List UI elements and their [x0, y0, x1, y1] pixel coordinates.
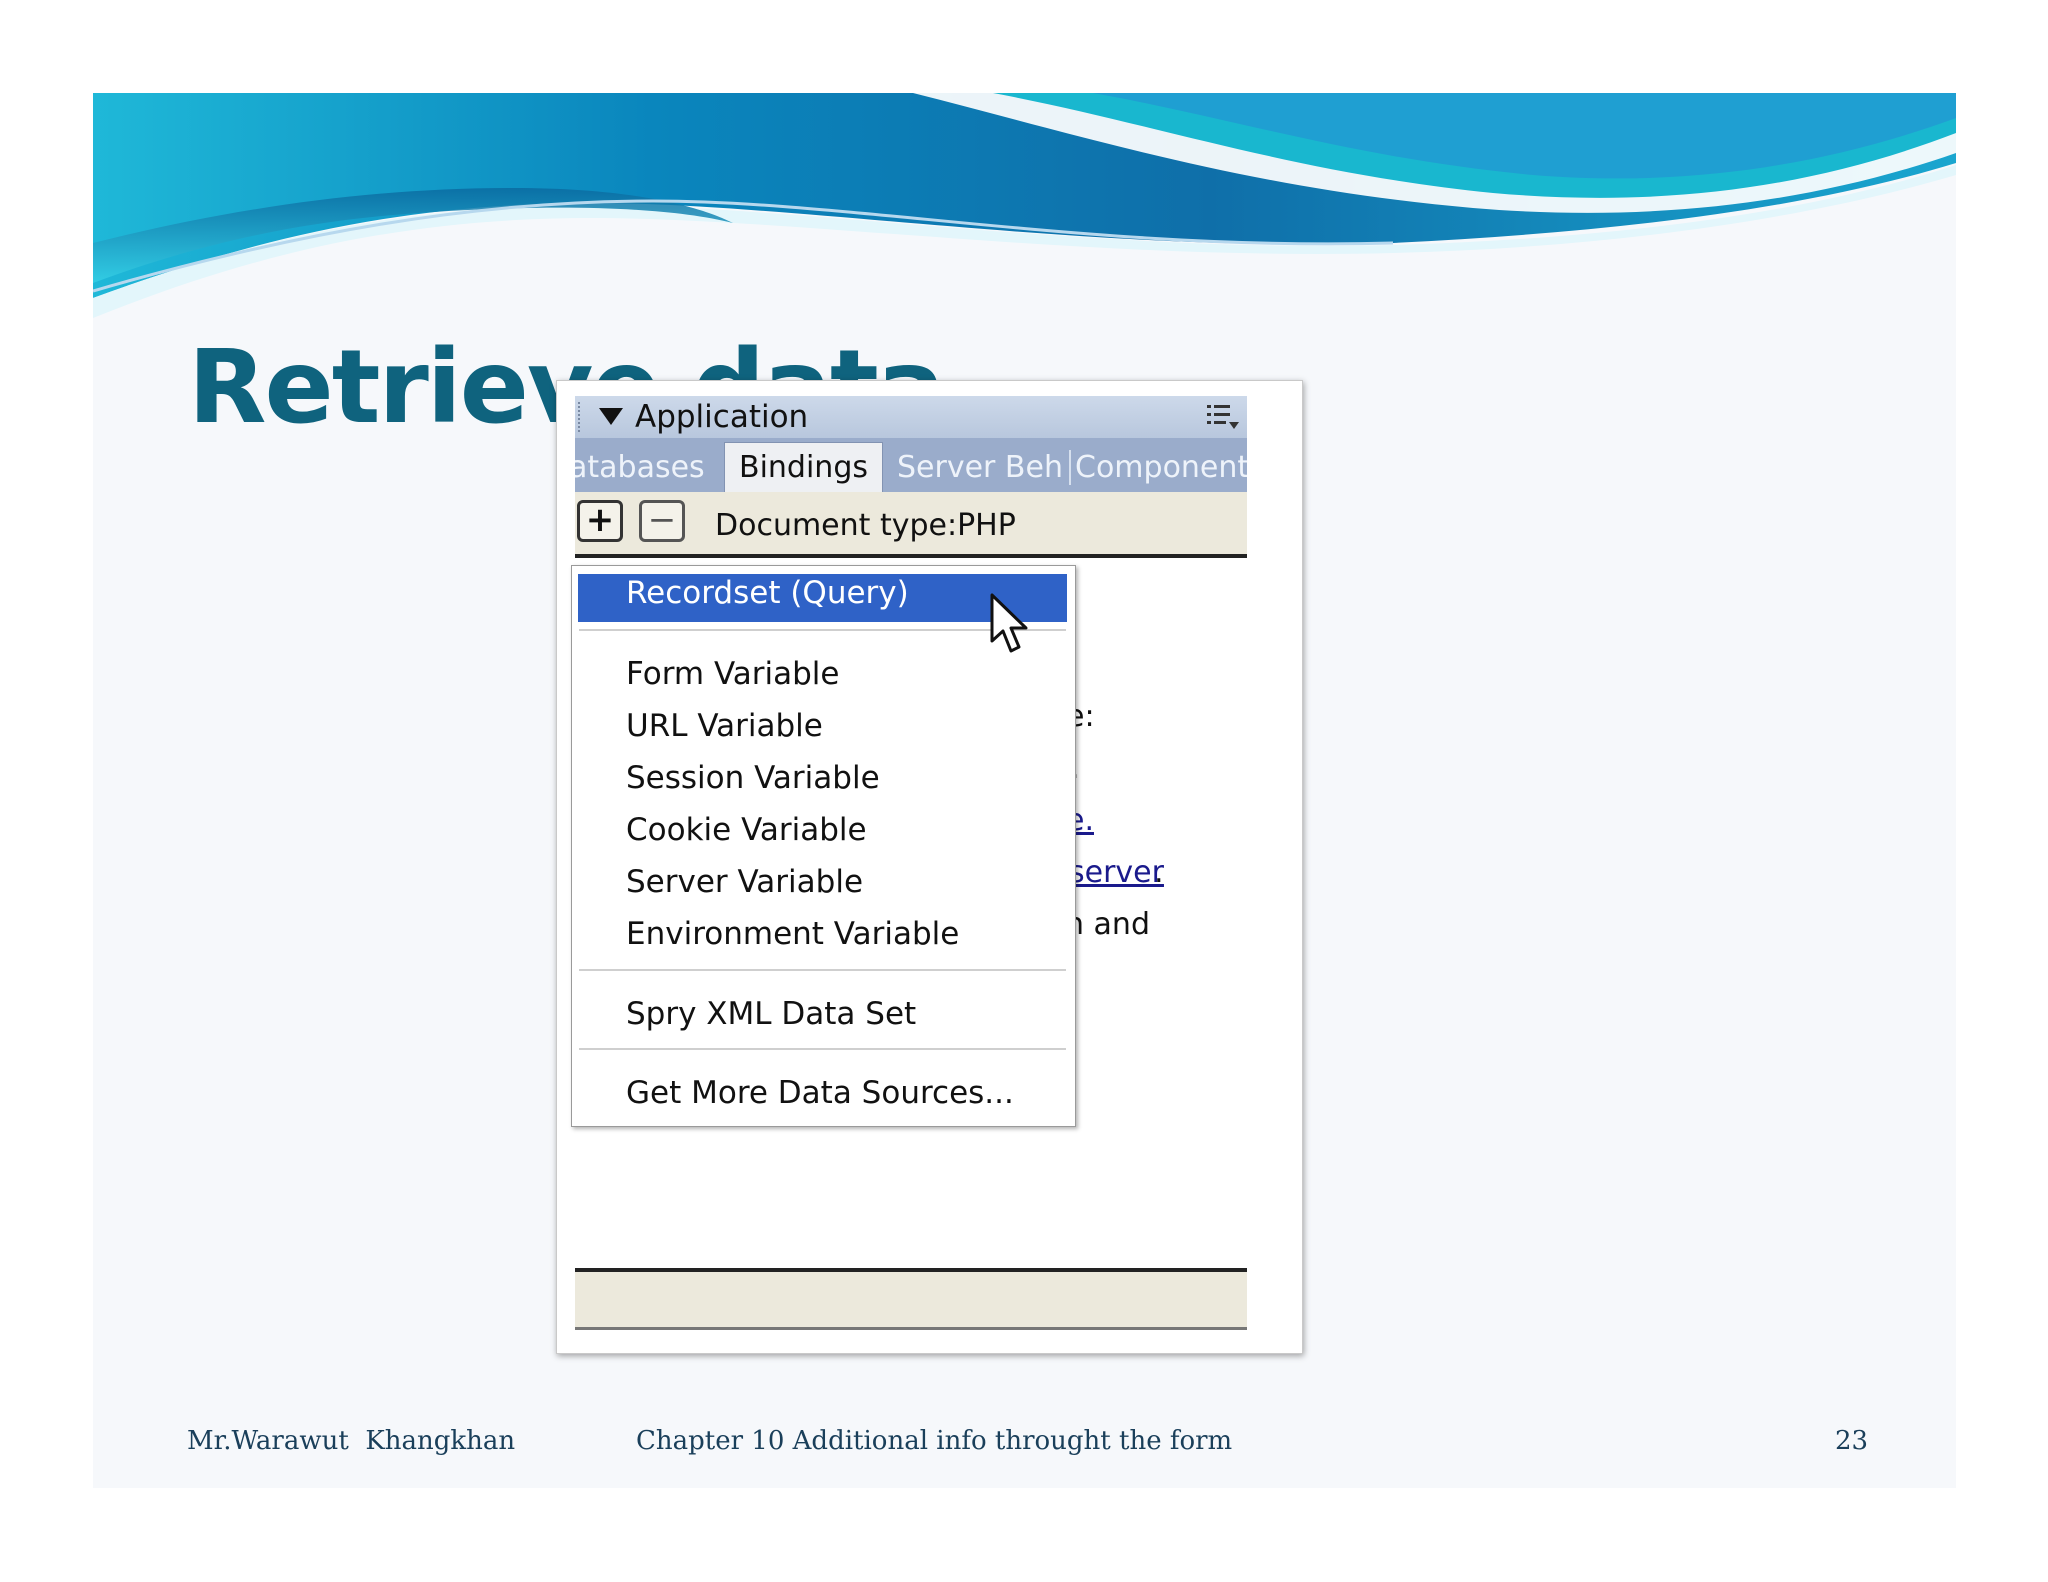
- remove-binding-button[interactable]: −: [639, 500, 685, 542]
- footer-chapter: Chapter 10 Additional info throught the …: [636, 1426, 1233, 1456]
- menu-item-spry-xml-data-set[interactable]: Spry XML Data Set: [572, 990, 1075, 1038]
- menu-item-environment-variable[interactable]: Environment Variable: [572, 910, 1075, 958]
- panel-header[interactable]: Application: [575, 396, 1247, 439]
- tab-components[interactable]: Component: [1069, 450, 1247, 485]
- mouse-pointer-icon: [990, 593, 1028, 653]
- panel-title: Application: [635, 399, 809, 435]
- background-text-line: n and: [1065, 907, 1150, 942]
- server-link[interactable]: server: [1069, 855, 1164, 890]
- menu-separator: [579, 969, 1066, 971]
- menu-item-cookie-variable[interactable]: Cookie Variable: [572, 806, 1075, 854]
- document-type-label: Document type:PHP: [715, 508, 1016, 543]
- tab-bindings[interactable]: Bindings: [724, 442, 883, 492]
- panel-tab-bar: atabases Server Beh Component Bindings: [575, 438, 1247, 492]
- menu-item-session-variable[interactable]: Session Variable: [572, 754, 1075, 802]
- drag-grip-icon[interactable]: [578, 402, 584, 432]
- application-panel-screenshot: Application atabases Server Beh Componen…: [556, 380, 1303, 1354]
- footer-page-number: 23: [1835, 1426, 1869, 1456]
- menu-item-server-variable[interactable]: Server Variable: [572, 858, 1075, 906]
- bindings-toolbar: + − Document type:PHP: [575, 492, 1247, 558]
- footer-author: Mr.Warawut Khangkhan: [187, 1426, 516, 1456]
- menu-item-url-variable[interactable]: URL Variable: [572, 702, 1075, 750]
- collapse-triangle-icon[interactable]: [599, 408, 623, 425]
- panel-options-menu-icon[interactable]: [1205, 402, 1241, 432]
- add-binding-button[interactable]: +: [577, 500, 623, 542]
- header-wave-banner: [93, 93, 1956, 318]
- tab-server-behaviors[interactable]: Server Beh: [897, 450, 1063, 485]
- menu-separator: [579, 1048, 1066, 1050]
- menu-item-form-variable[interactable]: Form Variable: [572, 650, 1075, 698]
- background-text-line: .: [1154, 855, 1164, 890]
- menu-item-get-more-data-sources[interactable]: Get More Data Sources...: [572, 1069, 1075, 1117]
- tab-databases[interactable]: atabases: [575, 450, 705, 485]
- panel-status-bar: [575, 1268, 1247, 1330]
